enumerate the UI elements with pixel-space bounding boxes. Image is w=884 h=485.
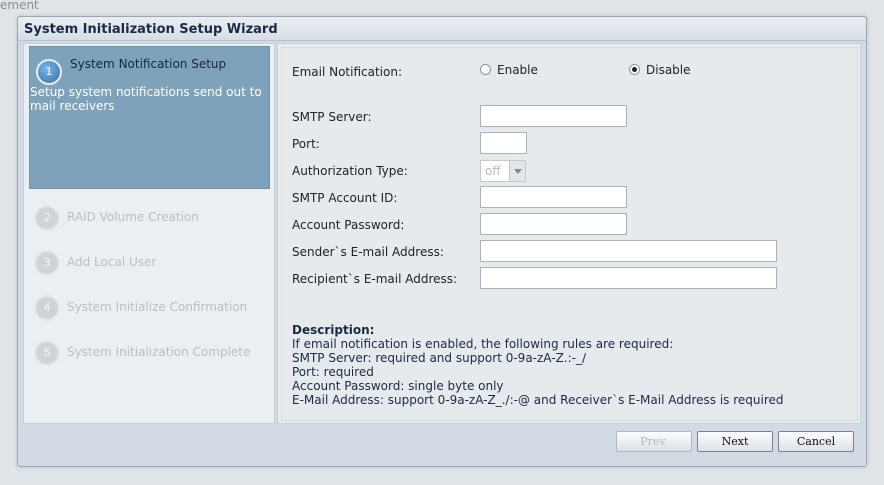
prev-button[interactable]: Prev. <box>616 431 692 452</box>
description-line: Port: required <box>292 365 374 379</box>
notification-form: Email Notification: Enable Disable SMTP … <box>281 47 858 421</box>
smtp-account-id-label: SMTP Account ID: <box>292 191 398 205</box>
enable-radio[interactable] <box>480 64 491 75</box>
sender-email-input[interactable] <box>480 240 777 262</box>
authorization-type-label: Authorization Type: <box>292 164 408 178</box>
recipient-email-input[interactable] <box>480 267 777 289</box>
step-1[interactable]: 1 System Notification Setup Setup system… <box>29 46 270 189</box>
step-description: Setup system notifications send out to m… <box>30 85 262 113</box>
step-label: Add Local User <box>67 255 157 269</box>
chevron-down-icon[interactable] <box>509 161 525 181</box>
step-5[interactable]: 5 System Initialization Complete <box>34 340 264 366</box>
recipient-email-label: Recipient`s E-mail Address: <box>292 272 458 286</box>
step-label: System Initialization Complete <box>67 345 251 359</box>
cancel-button[interactable]: Cancel <box>778 431 854 452</box>
step-number-badge: 1 <box>36 59 62 85</box>
step-number-badge: 2 <box>34 205 60 231</box>
step-2[interactable]: 2 RAID Volume Creation <box>34 205 264 231</box>
smtp-server-label: SMTP Server: <box>292 110 372 124</box>
background-text: ement <box>0 0 39 12</box>
disable-radio-label: Disable <box>646 63 691 77</box>
step-4[interactable]: 4 System Initialize Confirmation <box>34 295 264 321</box>
description-title: Description: <box>292 323 375 337</box>
window-title: System Initialization Setup Wizard <box>24 22 278 37</box>
authorization-type-select[interactable]: off <box>480 160 526 182</box>
step-number-badge: 4 <box>34 295 60 321</box>
smtp-account-id-input[interactable] <box>480 186 627 208</box>
disable-radio[interactable] <box>629 64 640 75</box>
step-label: System Initialize Confirmation <box>67 300 248 314</box>
step-3[interactable]: 3 Add Local User <box>34 250 264 276</box>
step-number-badge: 5 <box>34 340 60 366</box>
account-password-label: Account Password: <box>292 218 405 232</box>
authorization-type-value: off <box>485 164 501 178</box>
port-label: Port: <box>292 137 320 151</box>
description-line: Account Password: single byte only <box>292 379 504 393</box>
port-input[interactable] <box>480 132 527 154</box>
disable-radio-option[interactable]: Disable <box>629 63 691 77</box>
smtp-server-input[interactable] <box>480 105 627 127</box>
next-button[interactable]: Next <box>697 431 773 452</box>
form-panel: Email Notification: Enable Disable SMTP … <box>277 43 861 424</box>
description-line: E-Mail Address: support 0-9a-zA-Z_./:-@ … <box>292 393 784 407</box>
description-line: If email notification is enabled, the fo… <box>292 337 674 351</box>
step-label: RAID Volume Creation <box>67 210 199 224</box>
email-notification-label: Email Notification: <box>292 65 403 79</box>
steps-panel: 1 System Notification Setup Setup system… <box>23 43 275 424</box>
account-password-input[interactable] <box>480 213 627 235</box>
enable-radio-option[interactable]: Enable <box>480 63 538 77</box>
description-line: SMTP Server: required and support 0-9a-z… <box>292 351 587 365</box>
sender-email-label: Sender`s E-mail Address: <box>292 245 444 259</box>
description-block: Description: If email notification is en… <box>292 323 852 407</box>
step-number-badge: 3 <box>34 250 60 276</box>
step-title: System Notification Setup <box>70 57 227 71</box>
enable-radio-label: Enable <box>497 63 538 77</box>
title-bar: System Initialization Setup Wizard <box>18 17 866 41</box>
wizard-window: System Initialization Setup Wizard 1 Sys… <box>17 16 867 467</box>
